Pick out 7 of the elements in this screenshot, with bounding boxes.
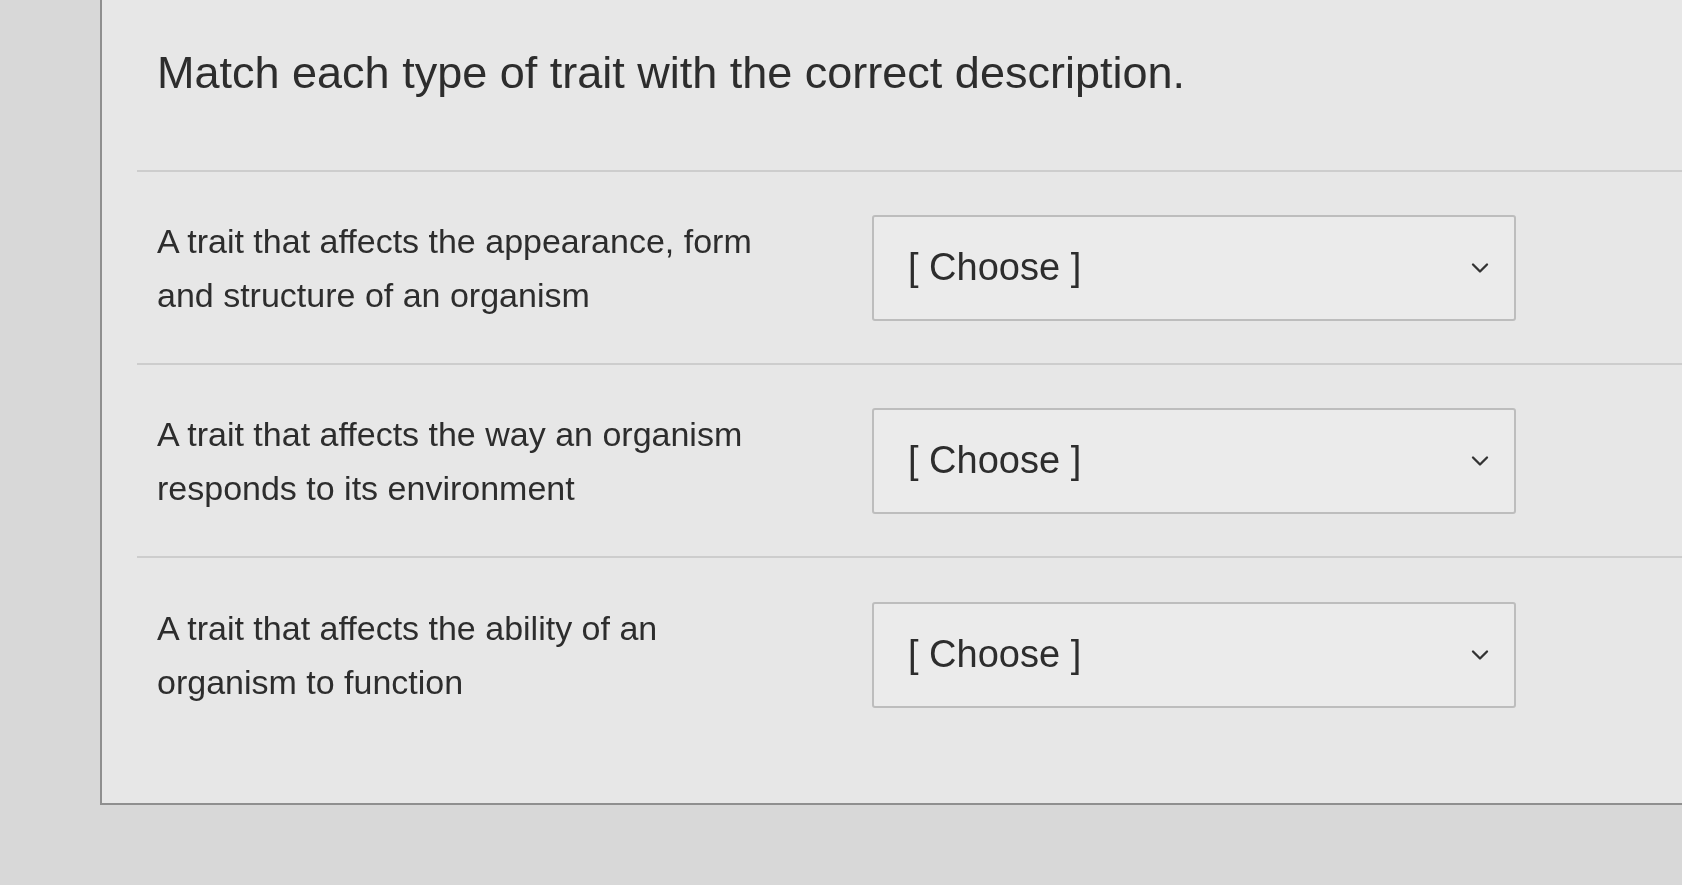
answer-dropdown[interactable]: [ Choose ] [872,407,1516,514]
trait-description: A trait that affects the ability of an organism to function [157,607,659,703]
trait-description: A trait that affects the appearance, form and structure of an organism [157,220,753,316]
question-prompt: Match each type of trait with the correct description. [157,46,1186,100]
trait-description: A trait that affects the way an organism responds to its environment [157,413,744,509]
answer-dropdown[interactable]: [ Choose ] [872,601,1516,708]
answer-dropdown[interactable]: [ Choose ] [872,214,1516,321]
